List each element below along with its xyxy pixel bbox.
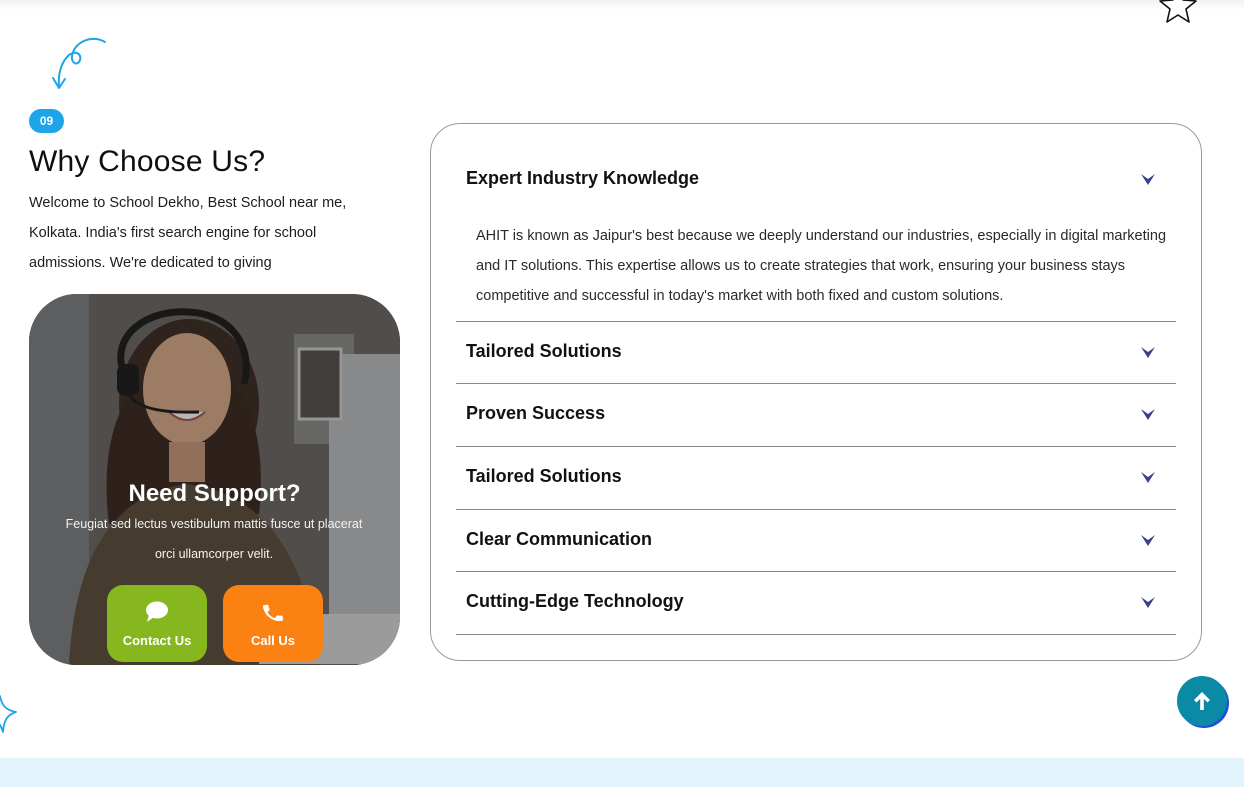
chat-bubble-icon [146,601,168,622]
faq-divider [456,321,1176,322]
contact-us-button[interactable]: Contact Us [107,585,207,662]
chevron-down-icon[interactable] [1140,171,1156,187]
faq-question: Clear Communication [466,529,653,549]
faq-divider [456,634,1176,635]
faq-divider [456,509,1176,510]
faq-question: Proven Success [466,403,606,423]
section-heading: Why Choose Us? [29,145,266,178]
faq-answer: AHIT is known as Jaipur's best because w… [476,228,1167,304]
contact-us-label: Contact Us [122,633,192,648]
chevron-down-icon[interactable] [1140,344,1156,360]
call-us-label: Call Us [250,633,296,648]
faq-question: Cutting-Edge Technology [466,591,684,611]
chevron-down-icon[interactable] [1140,594,1156,610]
section-intro: Welcome to School Dekho, Best School nea… [29,195,347,271]
support-title: Need Support? [128,480,301,507]
scroll-to-top-button[interactable] [1177,676,1227,726]
faq-question: Expert Industry Knowledge [466,168,700,188]
faq-divider [456,571,1176,572]
faq-question: Tailored Solutions [466,466,622,486]
faq-divider [456,446,1176,447]
chevron-down-icon[interactable] [1140,532,1156,548]
faq-accordion [430,123,1202,661]
curly-arrow-icon [52,37,106,89]
support-description: Feugiat sed lectus vestibulum mattis fus… [65,517,363,561]
faq-divider [456,383,1176,384]
chevron-down-icon[interactable] [1140,406,1156,422]
arrow-up-icon [1194,692,1210,710]
phone-icon [262,604,284,621]
call-us-button[interactable]: Call Us [223,585,323,662]
header-shadow [0,0,1244,10]
next-section-band [0,758,1244,787]
star-outline-icon [1159,0,1197,23]
star-outline-icon [0,695,17,733]
section-number-badge: 09 [29,109,64,133]
chevron-down-icon[interactable] [1140,469,1156,485]
faq-question: Tailored Solutions [466,341,622,361]
